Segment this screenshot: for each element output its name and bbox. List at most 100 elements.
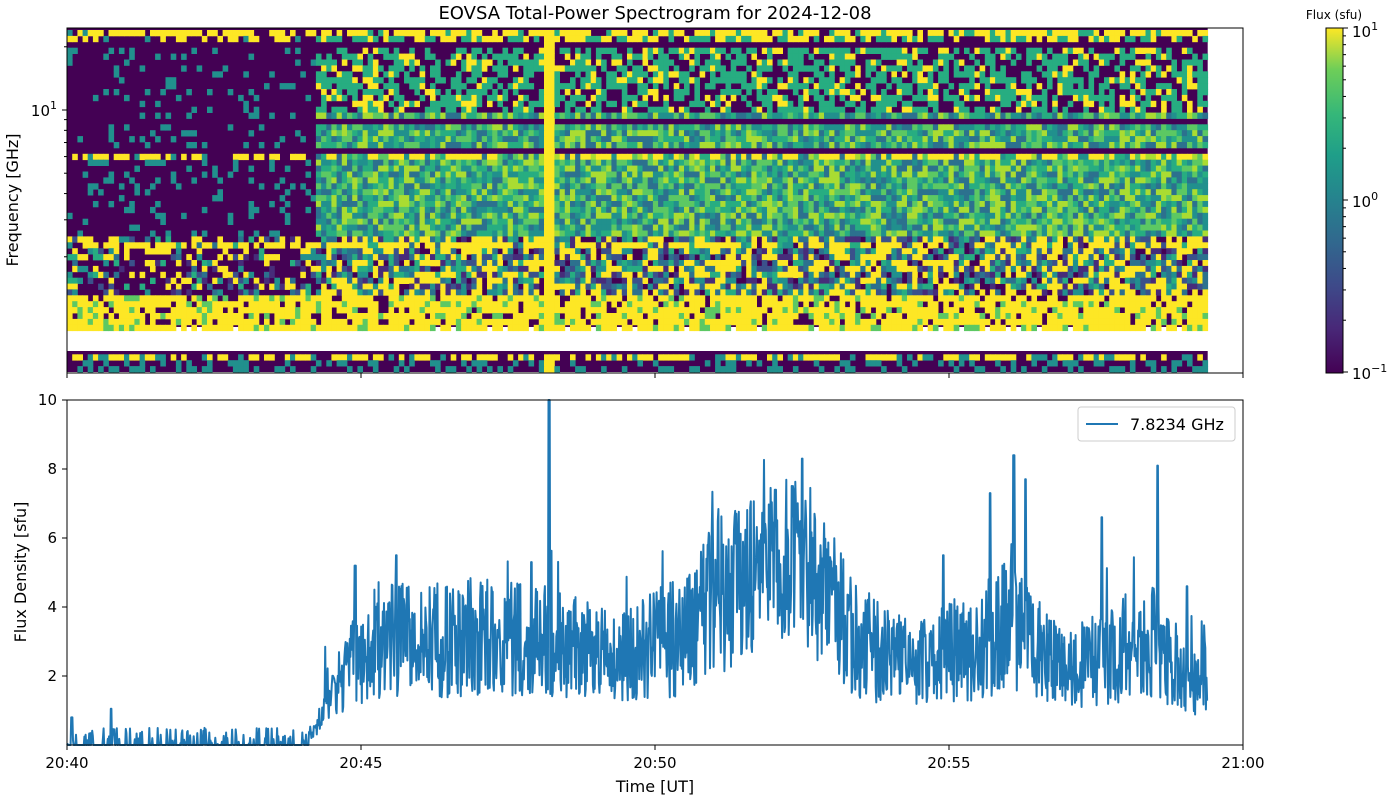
spectrogram-cell: [201, 206, 208, 214]
spectrogram-cell: [1093, 206, 1100, 214]
spectrogram-cell: [1057, 212, 1063, 220]
spectrogram-cell: [839, 177, 846, 184]
spectrogram-cell: [1109, 89, 1115, 96]
spectrogram-cell: [388, 142, 395, 149]
spectrogram-cell: [704, 65, 711, 72]
spectrogram-cell: [777, 159, 783, 166]
spectrogram-cell: [704, 35, 711, 43]
spectrogram-cell: [92, 94, 99, 102]
spectrogram-cell: [901, 35, 908, 43]
spectrogram-cell: [689, 136, 695, 143]
spectrogram-cell: [829, 183, 835, 190]
spectrogram-cell: [782, 112, 789, 119]
spectrogram-cell: [1104, 94, 1110, 102]
spectrogram-cell: [1181, 171, 1188, 178]
spectrogram-cell: [1083, 195, 1089, 202]
spectrogram-cell: [855, 47, 861, 54]
spectrogram-cell: [601, 212, 607, 220]
spectrogram-cell: [824, 65, 830, 72]
spectrogram-cell: [1010, 136, 1017, 143]
spectrogram-cell: [704, 218, 711, 225]
spectrogram-cell: [1176, 230, 1183, 237]
spectrogram-cell: [466, 65, 472, 72]
spectrogram-cell: [995, 71, 1001, 78]
spectrogram-cell: [72, 47, 78, 54]
spectrogram-cell: [430, 195, 436, 202]
spectrogram-cell: [165, 30, 172, 37]
spectrogram-cell: [829, 212, 835, 220]
spectrogram-cell: [1161, 171, 1167, 178]
spectrogram-cell: [1057, 206, 1063, 214]
spectrogram-cell: [943, 53, 949, 60]
spectrogram-cell: [621, 201, 628, 208]
spectrogram-cell: [269, 201, 275, 208]
spectrogram-cell: [502, 89, 509, 96]
spectrogram-cell: [715, 212, 721, 220]
spectrogram-cell: [393, 30, 400, 37]
spectrogram-cell: [1192, 189, 1198, 196]
spectrogram-cell: [798, 83, 804, 90]
spectrogram-cell: [1124, 124, 1131, 131]
spectrogram-cell: [352, 100, 358, 108]
spectrogram-cell: [367, 177, 374, 184]
spectrogram-cell: [1088, 100, 1095, 108]
spectrogram-cell: [108, 124, 115, 131]
spectrogram-cell: [907, 89, 913, 96]
spectrogram-cell: [860, 165, 866, 172]
spectrogram-cell: [170, 177, 177, 184]
spectrogram-cell: [995, 224, 1001, 231]
spectrogram-cell: [886, 206, 892, 214]
spectrogram-cell: [1140, 35, 1146, 43]
spectrogram-cell: [1000, 218, 1006, 225]
spectrogram-cell: [549, 212, 555, 220]
spectrogram-cell: [875, 77, 882, 84]
spectrogram-cell: [1088, 201, 1095, 208]
spectrogram-cell: [274, 30, 280, 37]
spectrogram-cell: [1114, 153, 1120, 161]
spectrogram-cell: [445, 201, 452, 208]
spectrogram-cell: [901, 218, 908, 225]
spectrogram-cell: [310, 30, 317, 37]
spectrogram-cell: [798, 177, 804, 184]
spectrogram-cell: [787, 53, 794, 60]
spectrogram-cell: [948, 30, 955, 37]
spectrogram-cell: [616, 136, 623, 143]
spectrogram-cell: [989, 183, 996, 190]
spectrogram-cell: [813, 83, 820, 90]
spectrogram-cell: [1098, 53, 1105, 60]
spectrogram-cell: [134, 224, 140, 231]
spectrogram-cell: [357, 142, 363, 149]
spectrogram-cell: [1036, 218, 1043, 225]
spectrogram-cell: [575, 112, 581, 119]
spectrogram-cell: [518, 206, 524, 214]
spectrogram-cell: [782, 165, 789, 172]
spectrogram-cell: [1129, 212, 1136, 220]
spectrogram-cell: [1135, 201, 1141, 208]
spectrogram-cell: [1155, 153, 1162, 161]
spectrogram-cell: [772, 124, 778, 131]
spectrogram-cell: [855, 159, 861, 166]
spectrogram-cell: [1166, 230, 1172, 237]
spectrogram-cell: [741, 142, 747, 149]
spectrogram-cell: [1067, 83, 1074, 90]
spectrogram-cell: [1036, 153, 1043, 161]
spectrogram-cell: [98, 189, 104, 196]
spectrogram-cell: [678, 53, 685, 60]
spectrogram-cell: [995, 230, 1001, 237]
spectrogram-cell: [767, 183, 773, 190]
spectrogram-cell: [849, 142, 856, 149]
spectrogram-cell: [139, 153, 146, 161]
spectrogram-cell: [455, 165, 462, 172]
spectrogram-cell: [803, 165, 809, 172]
spectrogram-cell: [912, 53, 918, 60]
spectrogram-cell: [367, 136, 374, 143]
spectrogram-cell: [113, 65, 120, 72]
spectrogram-cell: [932, 201, 939, 208]
spectrogram-cell: [1187, 124, 1193, 131]
spectrogram-cell: [927, 201, 934, 208]
spectrogram-cell: [824, 153, 830, 161]
spectrogram-cell: [424, 89, 431, 96]
spectrogram-cell: [300, 71, 306, 78]
spectrogram-cell: [1155, 65, 1162, 72]
spectrogram-cell: [1129, 224, 1136, 231]
